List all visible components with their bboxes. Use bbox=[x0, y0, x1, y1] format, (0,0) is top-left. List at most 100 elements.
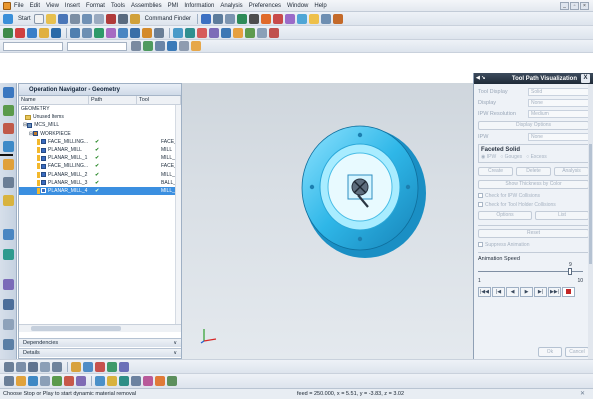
snap-quadrant-icon[interactable] bbox=[191, 41, 201, 51]
edit-color-icon[interactable] bbox=[155, 376, 165, 386]
machine-tool-view-icon[interactable] bbox=[82, 27, 92, 38]
status-close-icon[interactable]: ✕ bbox=[580, 390, 585, 397]
details-pane[interactable]: Details ∨ bbox=[19, 348, 181, 357]
info-icon[interactable] bbox=[167, 376, 177, 386]
minimize-button[interactable]: _ bbox=[560, 2, 569, 10]
rotate-view-icon[interactable] bbox=[237, 13, 248, 24]
radio-excess[interactable]: ○ Excess bbox=[526, 154, 547, 160]
selection-filter-combo[interactable] bbox=[3, 41, 63, 51]
scroll-thumb[interactable] bbox=[31, 326, 121, 331]
tool-display-select[interactable]: Solid bbox=[528, 88, 589, 96]
tree-row-geometry[interactable]: GEOMETRY bbox=[19, 105, 181, 113]
reuse-library-icon[interactable] bbox=[3, 159, 14, 170]
tree-row-operation[interactable]: PLANAR_MILL ✔ MILL bbox=[19, 146, 181, 154]
chevron-down-icon[interactable]: ∨ bbox=[173, 350, 177, 356]
analysis-icon[interactable] bbox=[273, 13, 284, 24]
roles-icon[interactable] bbox=[3, 299, 14, 310]
menu-preferences[interactable]: Preferences bbox=[249, 3, 281, 9]
scroll-thumb[interactable] bbox=[589, 144, 592, 264]
tree-row-mcs-mill[interactable]: ⊟ MCS_MILL bbox=[19, 121, 181, 129]
cancel-button[interactable]: Cancel bbox=[565, 347, 589, 357]
tree-row-operation[interactable]: PLANAR_MILL_2 ✔ MILL_1 bbox=[19, 171, 181, 179]
measure-icon[interactable] bbox=[285, 13, 296, 24]
ipw-select[interactable]: None bbox=[528, 133, 589, 141]
close-toolbar-icon[interactable] bbox=[269, 27, 279, 38]
stop-button[interactable] bbox=[562, 287, 575, 297]
menu-window[interactable]: Window bbox=[287, 3, 308, 9]
dependencies-pane[interactable]: Dependencies ∨ bbox=[19, 338, 181, 347]
radio-gouges[interactable]: ○ Gouges bbox=[500, 154, 522, 160]
open-folder-icon[interactable] bbox=[45, 13, 56, 24]
measure-distance-icon[interactable] bbox=[131, 376, 141, 386]
constraint-navigator-icon[interactable] bbox=[3, 105, 14, 116]
dialog-title-bar[interactable]: ◀ ↘ Tool Path Visualization X bbox=[474, 73, 593, 84]
command-finder-label[interactable]: Command Finder bbox=[145, 16, 191, 22]
snap-point-icon[interactable] bbox=[131, 41, 141, 51]
fit-icon[interactable] bbox=[4, 361, 14, 372]
view-orient-icon[interactable] bbox=[297, 13, 308, 24]
replay-toolpath-icon[interactable] bbox=[130, 27, 140, 38]
create-program-icon[interactable] bbox=[3, 27, 13, 38]
navigator-horizontal-scrollbar[interactable] bbox=[19, 324, 181, 332]
menu-information[interactable]: Information bbox=[184, 3, 214, 9]
light-icon[interactable] bbox=[309, 13, 320, 24]
tree-row-operation-selected[interactable]: PLANAR_MILL_4 ✔ MILL_4 bbox=[19, 186, 181, 196]
geometry-view-icon[interactable] bbox=[94, 27, 104, 38]
layer-icon[interactable] bbox=[261, 13, 272, 24]
render-style-icon[interactable] bbox=[119, 361, 129, 372]
menu-insert[interactable]: Insert bbox=[65, 3, 80, 9]
check-ipw-collisions-checkbox[interactable]: Check for IPW Collisions bbox=[478, 191, 589, 200]
hd3d-tools-icon[interactable] bbox=[3, 177, 14, 188]
zoom-window-icon[interactable] bbox=[16, 361, 26, 372]
step-forward-button[interactable]: ▶| bbox=[534, 287, 547, 297]
screenshot-icon[interactable] bbox=[321, 13, 332, 24]
generate-toolpath-icon[interactable] bbox=[118, 27, 128, 38]
create-operation-icon[interactable] bbox=[51, 27, 61, 38]
rotate-icon[interactable] bbox=[40, 361, 50, 372]
tree-row-operation[interactable]: PLANAR_MILL_1 ✔ MILL_1 bbox=[19, 154, 181, 162]
perspective-icon[interactable] bbox=[52, 361, 62, 372]
palettes-icon[interactable] bbox=[3, 339, 14, 350]
history-icon[interactable] bbox=[3, 229, 14, 240]
menu-file[interactable]: File bbox=[14, 3, 24, 9]
suppress-animation-checkbox[interactable]: Suppress Animation bbox=[478, 240, 589, 249]
step-back-button[interactable]: |◀ bbox=[492, 287, 505, 297]
feeds-speeds-icon[interactable] bbox=[209, 27, 219, 38]
post-process-icon[interactable] bbox=[173, 27, 183, 38]
add-icon[interactable] bbox=[83, 361, 93, 372]
hide-icon[interactable] bbox=[64, 376, 74, 386]
show-thickness-button[interactable]: Show Thickness by Color bbox=[478, 180, 589, 189]
animation-speed-slider[interactable]: 9 bbox=[478, 262, 589, 278]
create-method-icon[interactable] bbox=[39, 27, 49, 38]
process-studio-icon[interactable] bbox=[3, 279, 14, 290]
layer-settings-icon[interactable] bbox=[95, 376, 105, 386]
gouge-check-icon[interactable] bbox=[245, 27, 255, 38]
command-finder-icon[interactable] bbox=[129, 13, 140, 24]
start-menu-label[interactable]: Start bbox=[18, 16, 31, 22]
list-button[interactable]: List bbox=[535, 211, 589, 220]
filter-icon[interactable] bbox=[143, 41, 153, 51]
move-object-icon[interactable] bbox=[107, 376, 117, 386]
delete-icon[interactable] bbox=[105, 13, 116, 24]
cut-icon[interactable] bbox=[69, 13, 80, 24]
tool-path-display-icon[interactable] bbox=[233, 27, 243, 38]
machining-method-view-icon[interactable] bbox=[106, 27, 116, 38]
datum-plane-icon[interactable] bbox=[16, 376, 26, 386]
paste-icon[interactable] bbox=[93, 13, 104, 24]
reset-button[interactable]: Reset bbox=[478, 229, 589, 238]
group-icon[interactable] bbox=[119, 376, 129, 386]
list-toolpath-icon[interactable] bbox=[154, 27, 164, 38]
ipw-resolution-select[interactable]: Medium bbox=[528, 110, 589, 118]
tree-row-operation[interactable]: FACE_MILLING... ✔ FACE_ bbox=[19, 162, 181, 170]
system-scene-icon[interactable] bbox=[3, 319, 14, 330]
pin-icon[interactable] bbox=[333, 13, 344, 24]
datum-axis-icon[interactable] bbox=[28, 376, 38, 386]
fit-view-icon[interactable] bbox=[213, 13, 224, 24]
cut-regions-icon[interactable] bbox=[257, 27, 267, 38]
dialog-scrollbar[interactable] bbox=[588, 84, 593, 374]
display-select[interactable]: None bbox=[528, 99, 589, 107]
new-file-icon[interactable] bbox=[33, 13, 44, 24]
object-display-icon[interactable] bbox=[143, 376, 153, 386]
verify-toolpath-icon[interactable] bbox=[142, 27, 152, 38]
delete-button[interactable]: Delete bbox=[516, 167, 551, 176]
